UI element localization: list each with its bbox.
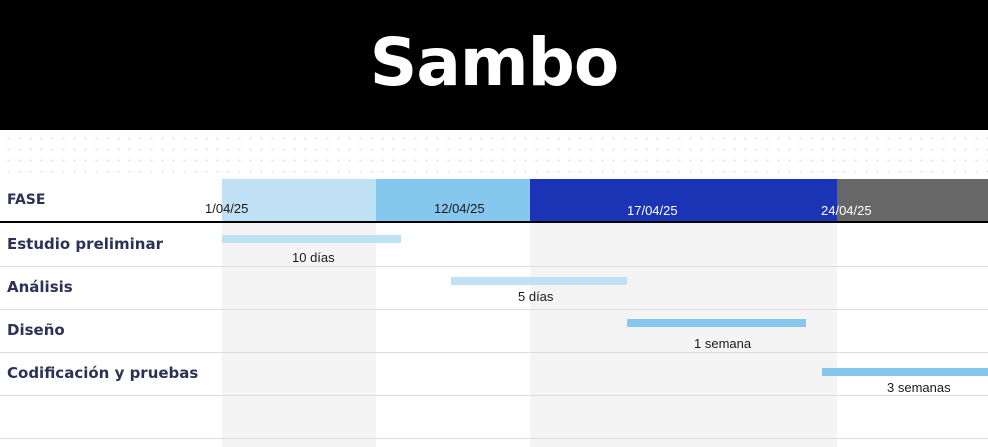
page-title: Sambo — [369, 23, 619, 101]
row-divider — [0, 309, 988, 310]
title-banner: Sambo — [0, 0, 988, 130]
row-divider — [0, 352, 988, 353]
task-duration-diseno: 1 semana — [694, 336, 752, 351]
date-label-1: 1/04/25 — [205, 201, 249, 216]
timeline-segment-3 — [530, 179, 837, 222]
task-duration-codificacion-y-pruebas: 3 semanas — [887, 380, 951, 395]
header-divider — [0, 221, 988, 223]
task-bar-analisis — [451, 277, 627, 285]
task-duration-estudio-preliminar: 10 días — [292, 250, 335, 265]
task-label-codificacion-y-pruebas: Codificación y pruebas — [7, 364, 199, 382]
task-label-diseno: Diseño — [7, 321, 65, 339]
row-divider — [0, 266, 988, 267]
row-divider — [0, 438, 988, 439]
task-bar-estudio-preliminar — [222, 235, 401, 243]
date-label-3: 17/04/25 — [627, 203, 678, 218]
date-label-2: 12/04/25 — [434, 201, 485, 216]
dotted-pattern — [0, 130, 988, 179]
task-label-analisis: Análisis — [7, 278, 73, 296]
phase-column-header: FASE — [7, 192, 46, 208]
task-duration-analisis: 5 días — [518, 289, 554, 304]
column-shade-3 — [530, 222, 837, 447]
task-label-estudio-preliminar: Estudio preliminar — [7, 235, 163, 253]
task-bar-codificacion-y-pruebas — [822, 368, 988, 376]
row-divider — [0, 395, 988, 396]
date-label-4: 24/04/25 — [821, 203, 872, 218]
task-bar-diseno — [627, 319, 806, 327]
